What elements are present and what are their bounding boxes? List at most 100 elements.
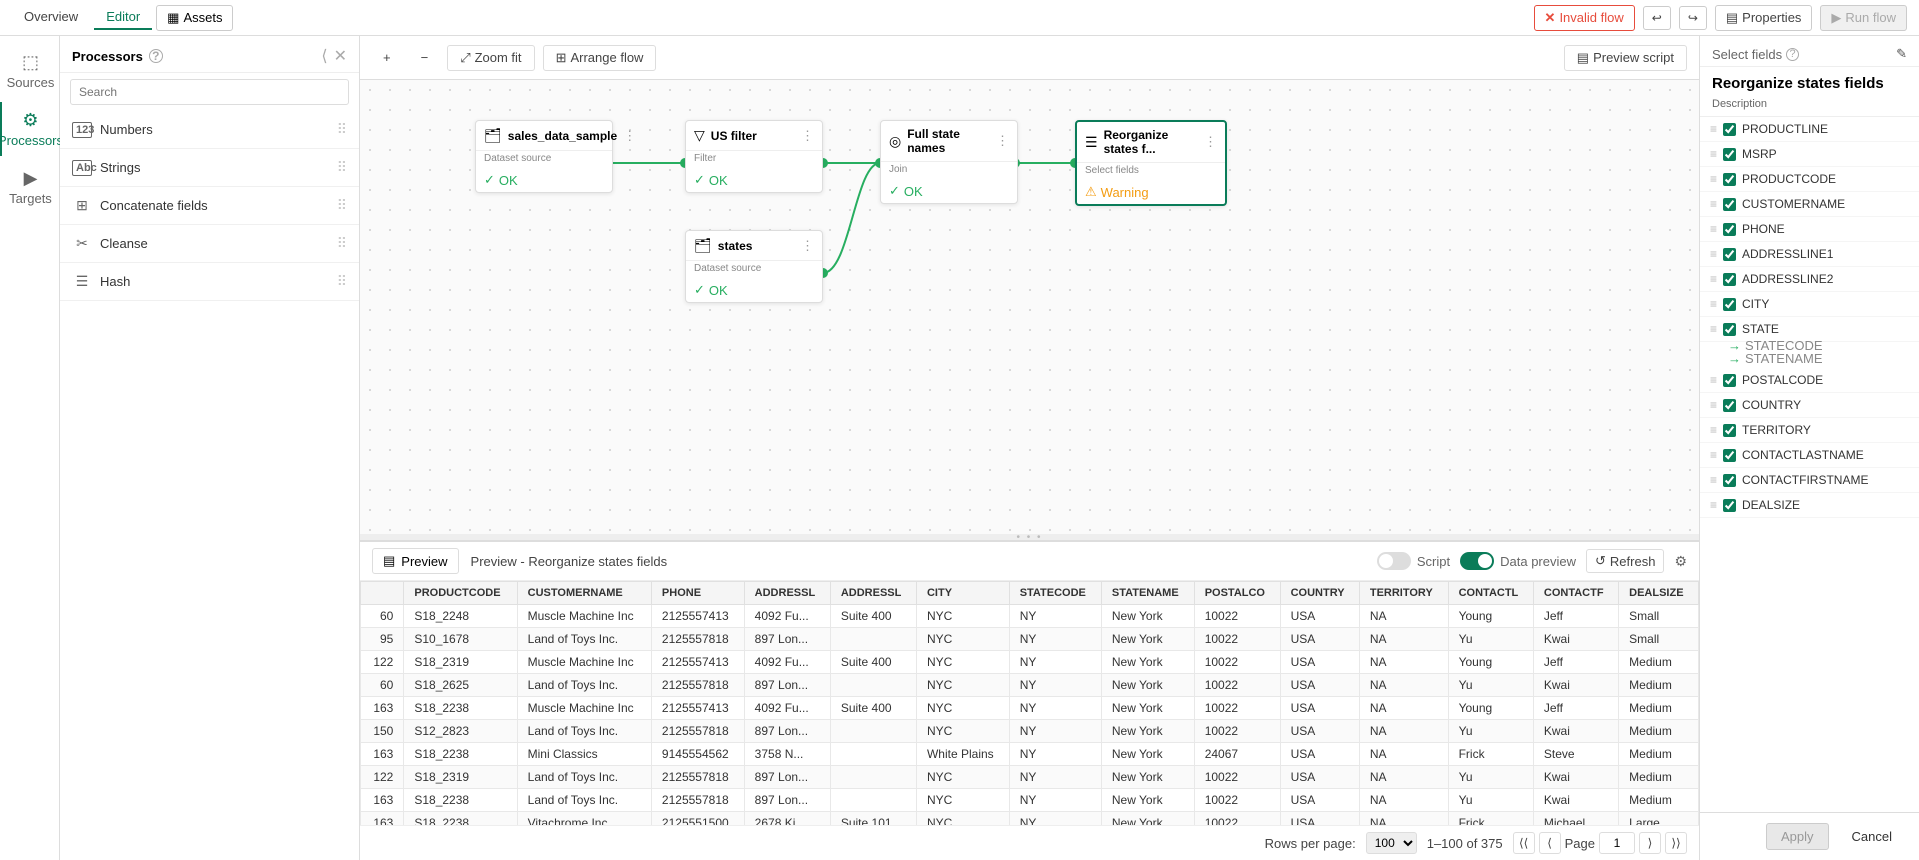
drag-handle[interactable]: ≡ (1710, 222, 1717, 236)
node-menu-icon[interactable]: ⋮ (996, 133, 1009, 149)
cell: Medium (1619, 743, 1699, 766)
field-checkbox[interactable] (1723, 148, 1736, 161)
tab-assets[interactable]: ▦ Assets (156, 5, 233, 31)
field-checkbox[interactable] (1723, 173, 1736, 186)
drag-handle[interactable]: ≡ (1710, 147, 1717, 161)
next-page-button[interactable]: ⟩ (1639, 832, 1661, 854)
field-checkbox[interactable] (1723, 223, 1736, 236)
node-menu-icon[interactable]: ⋮ (801, 128, 814, 144)
edit-icon[interactable]: ✎ (1896, 46, 1907, 62)
drag-handle[interactable]: ≡ (1710, 322, 1717, 336)
run-flow-button[interactable]: ▶ Run flow (1820, 5, 1907, 31)
field-checkbox[interactable] (1723, 323, 1736, 336)
drag-handle[interactable]: ≡ (1710, 498, 1717, 512)
script-icon: ▤ (1577, 50, 1589, 66)
sidebar-item-targets[interactable]: ▶ Targets (0, 160, 59, 214)
row-num: 122 (361, 766, 404, 789)
node-sales[interactable]: 🗂 sales_data_sample ⋮ Dataset source ✓ O… (475, 120, 613, 193)
field-name: TERRITORY (1742, 423, 1909, 437)
tab-overview[interactable]: Overview (12, 5, 90, 30)
flow-canvas[interactable]: 🗂 sales_data_sample ⋮ Dataset source ✓ O… (360, 80, 1699, 534)
processor-cleanse[interactable]: ✂ Cleanse ⠿ (60, 225, 359, 263)
drag-handle[interactable]: ≡ (1710, 398, 1717, 412)
prev-page-button[interactable]: ⟨ (1539, 832, 1561, 854)
field-checkbox[interactable] (1723, 449, 1736, 462)
cell: 897 Lon... (744, 766, 830, 789)
collapse-icon[interactable]: ⟨ (321, 46, 327, 66)
data-preview-toggle[interactable] (1460, 552, 1494, 570)
drag-handle[interactable]: ≡ (1710, 247, 1717, 261)
sidebar-item-processors[interactable]: ⚙ Processors (0, 102, 59, 156)
arrange-flow-button[interactable]: ⊞ Arrange flow (543, 45, 657, 71)
zoom-in-button[interactable]: + (372, 45, 402, 70)
undo-button[interactable]: ↩ (1643, 6, 1671, 30)
node-menu-icon[interactable]: ⋮ (801, 238, 814, 254)
help-icon[interactable]: ? (149, 49, 163, 63)
drag-handle[interactable]: ≡ (1710, 473, 1717, 487)
cell: 2125557818 (651, 766, 744, 789)
page-input[interactable] (1599, 832, 1635, 854)
drag-handle[interactable]: ≡ (1710, 272, 1717, 286)
cell: New York (1101, 789, 1194, 812)
field-checkbox[interactable] (1723, 198, 1736, 211)
processor-hash[interactable]: ☰ Hash ⠿ (60, 263, 359, 301)
cell: Land of Toys Inc. (517, 674, 651, 697)
field-checkbox[interactable] (1723, 424, 1736, 437)
cell: 9145554562 (651, 743, 744, 766)
field-checkbox[interactable] (1723, 298, 1736, 311)
strings-icon: Abc (72, 160, 92, 176)
drag-handle[interactable]: ≡ (1710, 172, 1717, 186)
apply-button[interactable]: Apply (1766, 823, 1829, 850)
field-item: ≡ ADDRESSLINE1 (1700, 242, 1919, 267)
last-page-button[interactable]: ⟩⟩ (1665, 832, 1687, 854)
rows-per-page-select[interactable]: 100 25 50 200 (1366, 832, 1417, 854)
row-num: 163 (361, 743, 404, 766)
node-states[interactable]: 🗂 states ⋮ Dataset source ✓ OK (685, 230, 823, 303)
field-checkbox[interactable] (1723, 499, 1736, 512)
preview-script-button[interactable]: ▤ Preview script (1564, 45, 1687, 71)
node-full-state[interactable]: ◎ Full state names ⋮ Join ✓ OK (880, 120, 1018, 204)
col-customername: CUSTOMERNAME (517, 582, 651, 605)
field-checkbox[interactable] (1723, 374, 1736, 387)
field-checkbox[interactable] (1723, 273, 1736, 286)
drag-handle[interactable]: ≡ (1710, 297, 1717, 311)
drag-handle[interactable]: ≡ (1710, 373, 1717, 387)
drag-handle[interactable]: ≡ (1710, 122, 1717, 136)
processor-search-input[interactable] (70, 79, 349, 105)
redo-button[interactable]: ↪ (1679, 6, 1707, 30)
node-menu-icon[interactable]: ⋮ (623, 128, 636, 144)
refresh-button[interactable]: ↺ Refresh (1586, 549, 1664, 573)
drag-handle[interactable]: ≡ (1710, 423, 1717, 437)
processor-strings[interactable]: Abc Strings ⠿ (60, 149, 359, 187)
field-name: COUNTRY (1742, 398, 1909, 412)
processor-numbers[interactable]: 123 Numbers ⠿ (60, 111, 359, 149)
field-checkbox[interactable] (1723, 123, 1736, 136)
zoom-out-button[interactable]: − (410, 45, 440, 70)
first-page-button[interactable]: ⟨⟨ (1513, 832, 1535, 854)
invalid-flow-button[interactable]: ✕ Invalid flow (1534, 5, 1635, 31)
node-us-filter[interactable]: ▽ US filter ⋮ Filter ✓ OK (685, 120, 823, 193)
field-checkbox[interactable] (1723, 248, 1736, 261)
script-toggle[interactable] (1377, 552, 1411, 570)
preview-tab[interactable]: ▤ Preview (372, 548, 459, 574)
sidebar-item-sources[interactable]: ⬚ Sources (0, 44, 59, 98)
field-checkbox[interactable] (1723, 474, 1736, 487)
cell: Suite 400 (830, 605, 916, 628)
zoom-fit-button[interactable]: ⤢ Zoom fit (447, 45, 534, 71)
tab-editor[interactable]: Editor (94, 5, 152, 30)
cancel-button[interactable]: Cancel (1837, 823, 1907, 850)
right-panel-description: Description (1700, 96, 1919, 117)
node-reorganize[interactable]: ☰ Reorganize states f... ⋮ Select fields… (1075, 120, 1227, 206)
data-table-wrap[interactable]: PRODUCTCODE CUSTOMERNAME PHONE ADDRESSL … (360, 581, 1699, 825)
field-checkbox[interactable] (1723, 399, 1736, 412)
drag-handle[interactable]: ≡ (1710, 197, 1717, 211)
node-menu-icon[interactable]: ⋮ (1204, 134, 1217, 150)
processor-concatenate[interactable]: ⊞ Concatenate fields ⠿ (60, 187, 359, 225)
cell: 897 Lon... (744, 789, 830, 812)
select-fields-help-icon[interactable]: ? (1786, 48, 1799, 61)
close-icon[interactable]: ✕ (334, 46, 347, 66)
settings-icon[interactable]: ⚙ (1674, 553, 1687, 570)
properties-button[interactable]: ▤ Properties (1715, 5, 1813, 31)
drag-handle[interactable]: ≡ (1710, 448, 1717, 462)
processor-list: 123 Numbers ⠿ Abc Strings ⠿ ⊞ Concatenat… (60, 111, 359, 860)
